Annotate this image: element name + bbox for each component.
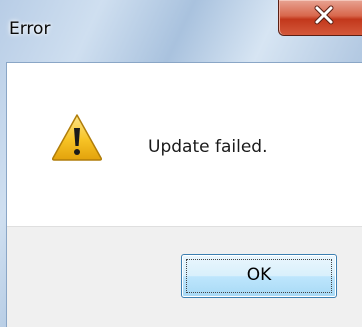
close-icon [314,5,334,25]
warning-icon [51,114,103,161]
error-message: Update failed. [148,137,268,157]
message-panel: Update failed. [7,63,362,227]
dialog-client-area: Update failed. OK [6,62,362,327]
ok-button-label: OK [246,265,272,285]
close-button[interactable] [278,0,362,36]
ok-button[interactable]: OK [181,254,337,298]
title-bar[interactable]: Error [0,0,362,60]
window-title: Error [9,19,51,39]
error-dialog-window: Error Update failed. OK [0,0,362,327]
